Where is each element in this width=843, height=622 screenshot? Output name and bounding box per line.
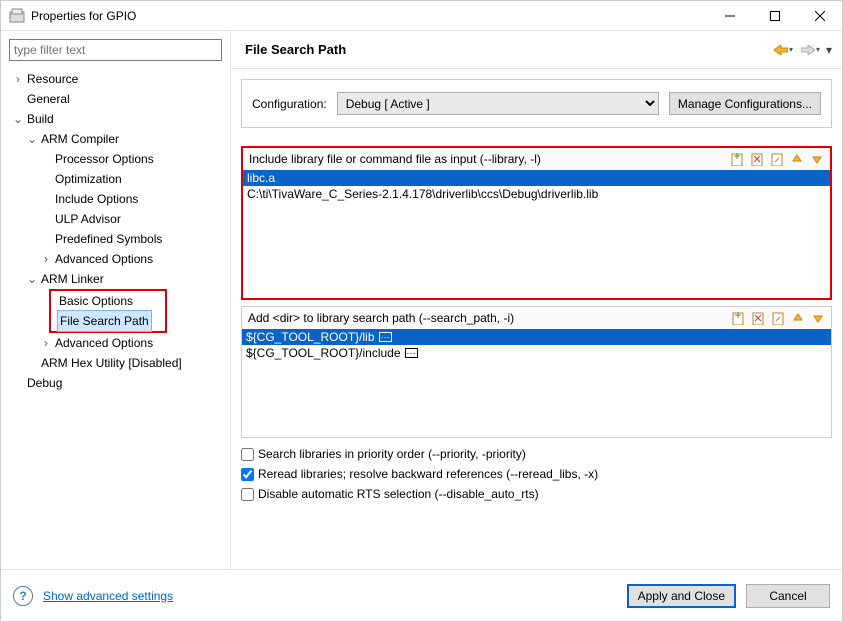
right-pane: File Search Path ▾ ▾ ▾ Configuration: De… xyxy=(231,31,842,569)
priority-label: Search libraries in priority order (--pr… xyxy=(258,447,526,461)
configuration-label: Configuration: xyxy=(252,97,327,111)
move-down-icon[interactable] xyxy=(808,150,826,168)
tree-item-basic-options[interactable]: Basic Options xyxy=(53,291,163,311)
tree-item-build[interactable]: ⌄Build xyxy=(11,109,226,129)
footer: ? Show advanced settings Apply and Close… xyxy=(1,569,842,621)
tree-item-arm-hex[interactable]: ARM Hex Utility [Disabled] xyxy=(11,353,226,373)
page-title: File Search Path xyxy=(245,42,772,57)
include-library-list[interactable]: libc.a C:\ti\TivaWare_C_Series-2.1.4.178… xyxy=(243,170,830,298)
reread-checkbox[interactable] xyxy=(241,468,254,481)
tree-item-predefined-symbols[interactable]: Predefined Symbols xyxy=(11,229,226,249)
delete-icon[interactable] xyxy=(749,309,767,327)
edit-icon[interactable] xyxy=(768,150,786,168)
priority-checkbox[interactable] xyxy=(241,448,254,461)
tree-item-arm-linker[interactable]: ⌄ARM Linker xyxy=(11,269,226,289)
configuration-select[interactable]: Debug [ Active ] xyxy=(337,92,659,115)
maximize-button[interactable] xyxy=(752,1,797,30)
move-up-icon[interactable] xyxy=(789,309,807,327)
tree-item-include-options[interactable]: Include Options xyxy=(11,189,226,209)
search-path-panel: Add <dir> to library search path (--sear… xyxy=(241,306,832,438)
close-button[interactable] xyxy=(797,1,842,30)
nav-buttons: ▾ ▾ ▾ xyxy=(772,43,832,57)
tree-item-optimization[interactable]: Optimization xyxy=(11,169,226,189)
left-pane: ›Resource General ⌄Build ⌄ARM Compiler P… xyxy=(1,31,231,569)
list-item[interactable]: libc.a xyxy=(243,170,830,186)
filter-container xyxy=(9,39,222,61)
edit-icon[interactable] xyxy=(769,309,787,327)
add-icon[interactable]: + xyxy=(728,150,746,168)
list-item[interactable]: C:\ti\TivaWare_C_Series-2.1.4.178\driver… xyxy=(243,186,830,202)
list-item[interactable]: ${CG_TOOL_ROOT}/include··· xyxy=(242,345,831,361)
chevron-down-icon: ▾ xyxy=(816,45,820,54)
delete-icon[interactable] xyxy=(748,150,766,168)
tree-item-advanced-options-linker[interactable]: ›Advanced Options xyxy=(11,333,226,353)
forward-button[interactable]: ▾ xyxy=(799,43,822,57)
configuration-row: Configuration: Debug [ Active ] Manage C… xyxy=(241,79,832,128)
cancel-button[interactable]: Cancel xyxy=(746,584,830,608)
minimize-button[interactable] xyxy=(707,1,752,30)
show-advanced-link[interactable]: Show advanced settings xyxy=(43,589,173,603)
add-icon[interactable]: + xyxy=(729,309,747,327)
titlebar: Properties for GPIO xyxy=(1,1,842,31)
help-icon[interactable]: ? xyxy=(13,586,33,606)
app-icon xyxy=(9,8,25,24)
move-down-icon[interactable] xyxy=(809,309,827,327)
more-icon: ··· xyxy=(379,332,392,342)
tree-item-general[interactable]: General xyxy=(11,89,226,109)
tree-item-arm-compiler[interactable]: ⌄ARM Compiler xyxy=(11,129,226,149)
move-up-icon[interactable] xyxy=(788,150,806,168)
manage-configurations-button[interactable]: Manage Configurations... xyxy=(669,92,821,115)
tree-item-resource[interactable]: ›Resource xyxy=(11,69,226,89)
property-tree: ›Resource General ⌄Build ⌄ARM Compiler P… xyxy=(1,67,230,395)
include-library-title: Include library file or command file as … xyxy=(249,152,728,166)
svg-text:+: + xyxy=(733,152,740,163)
tree-item-advanced-options-compiler[interactable]: ›Advanced Options xyxy=(11,249,226,269)
include-library-panel: Include library file or command file as … xyxy=(241,146,832,300)
list-item[interactable]: ${CG_TOOL_ROOT}/lib··· xyxy=(242,329,831,345)
options-checks: Search libraries in priority order (--pr… xyxy=(241,444,832,504)
highlight-annotation: Basic Options File Search Path xyxy=(49,289,167,333)
filter-input[interactable] xyxy=(9,39,222,61)
right-header: File Search Path ▾ ▾ ▾ xyxy=(231,31,842,69)
tree-item-processor-options[interactable]: Processor Options xyxy=(11,149,226,169)
view-menu-button[interactable]: ▾ xyxy=(826,43,832,57)
reread-label: Reread libraries; resolve backward refer… xyxy=(258,467,598,481)
apply-and-close-button[interactable]: Apply and Close xyxy=(627,584,736,608)
right-body: Configuration: Debug [ Active ] Manage C… xyxy=(231,69,842,569)
back-button[interactable]: ▾ xyxy=(772,43,795,57)
chevron-down-icon: ▾ xyxy=(789,45,793,54)
tree-item-debug[interactable]: Debug xyxy=(11,373,226,393)
search-path-list[interactable]: ${CG_TOOL_ROOT}/lib··· ${CG_TOOL_ROOT}/i… xyxy=(242,329,831,437)
window-title: Properties for GPIO xyxy=(31,9,707,23)
disable-rts-label: Disable automatic RTS selection (--disab… xyxy=(258,487,539,501)
tree-item-file-search-path[interactable]: File Search Path xyxy=(53,311,163,331)
search-path-title: Add <dir> to library search path (--sear… xyxy=(248,311,729,325)
disable-rts-checkbox[interactable] xyxy=(241,488,254,501)
svg-text:+: + xyxy=(734,311,741,322)
tree-item-ulp-advisor[interactable]: ULP Advisor xyxy=(11,209,226,229)
more-icon: ··· xyxy=(405,348,418,358)
